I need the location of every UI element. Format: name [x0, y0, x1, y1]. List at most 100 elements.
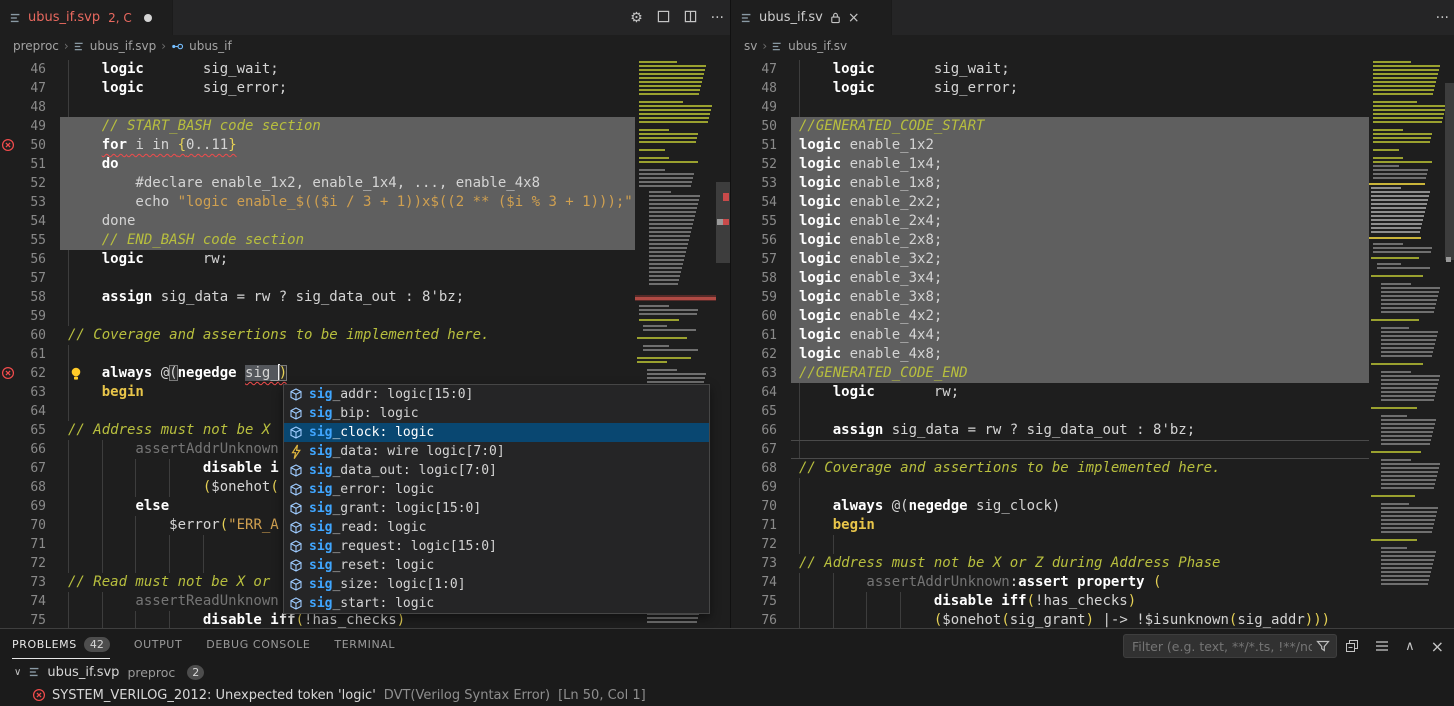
more-actions-icon[interactable]: ··· — [1436, 11, 1449, 25]
code-line[interactable]: 75 disable iff(!has_checks) — [731, 592, 1454, 611]
code-line[interactable]: 76 ($onehot(sig_grant) |-> !$isunknown(s… — [731, 611, 1454, 628]
code-line[interactable]: 68// Coverage and assertions to be imple… — [731, 459, 1454, 478]
suggest-item[interactable]: sig_size: logic[1:0] — [284, 575, 709, 594]
code-line[interactable]: 70 always @(negedge sig_clock) — [731, 497, 1454, 516]
tab-output[interactable]: OUTPUT — [134, 629, 182, 659]
code-line[interactable]: 48 — [0, 98, 730, 117]
line-number: 69 — [0, 497, 46, 516]
code-line[interactable]: 57 — [0, 269, 730, 288]
code-editor-right[interactable]: 47 logic sig_wait;48 logic sig_error;495… — [731, 57, 1454, 628]
code-line[interactable]: 55 // END_BASH code section — [0, 231, 730, 250]
tab-problems[interactable]: PROBLEMS 42 — [12, 629, 110, 659]
chevron-down-icon[interactable]: ∨ — [14, 667, 21, 678]
code-line[interactable]: 67 — [731, 440, 1454, 459]
code-line[interactable]: 52 #declare enable_1x2, enable_1x4, ...,… — [0, 174, 730, 193]
code-line[interactable]: 53logic enable_1x8; — [731, 174, 1454, 193]
line-number: 51 — [0, 155, 46, 174]
code-line[interactable]: 62logic enable_4x8; — [731, 345, 1454, 364]
code-line[interactable]: 47 logic sig_wait; — [731, 60, 1454, 79]
code-line[interactable]: 61 — [0, 345, 730, 364]
code-line[interactable]: 59 — [0, 307, 730, 326]
scrollbar[interactable] — [1445, 57, 1454, 628]
line-number: 64 — [0, 402, 46, 421]
problem-source: DVT(Verilog Syntax Error) — [384, 688, 550, 703]
code-line[interactable]: 51 do — [0, 155, 730, 174]
code-line[interactable]: 61logic enable_4x4; — [731, 326, 1454, 345]
suggest-item[interactable]: sig_start: logic — [284, 594, 709, 613]
code-line[interactable]: 63//GENERATED_CODE_END — [731, 364, 1454, 383]
more-actions-icon[interactable]: ··· — [711, 11, 724, 25]
suggest-item[interactable]: sig_data: wire logic[7:0] — [284, 442, 709, 461]
code-line[interactable]: 73// Address must not be X or Z during A… — [731, 554, 1454, 573]
code-line[interactable]: 54logic enable_2x2; — [731, 193, 1454, 212]
code-line[interactable]: 64 logic rw; — [731, 383, 1454, 402]
dirty-indicator-icon[interactable] — [144, 14, 152, 22]
split-editor-icon[interactable] — [684, 10, 697, 26]
breadcrumb-item-file[interactable]: ubus_if.sv — [788, 39, 847, 53]
tab-ubus_if-svp[interactable]: ubus_if.svp 2, C — [0, 0, 173, 35]
code-line[interactable]: 65 — [731, 402, 1454, 421]
file-icon — [74, 41, 85, 52]
tab-terminal[interactable]: TERMINAL — [334, 629, 395, 659]
code-line[interactable]: 72 — [731, 535, 1454, 554]
code-line[interactable]: 49 // START_BASH code section — [0, 117, 730, 136]
tab-debug-console[interactable]: DEBUG CONSOLE — [206, 629, 310, 659]
code-line[interactable]: 50//GENERATED_CODE_START — [731, 117, 1454, 136]
code-line[interactable]: 66 assign sig_data = rw ? sig_data_out :… — [731, 421, 1454, 440]
gear-icon[interactable]: ⚙ — [630, 11, 643, 25]
code-line[interactable]: 50 for i in {0..11} — [0, 136, 730, 155]
code-line[interactable]: 55logic enable_2x4; — [731, 212, 1454, 231]
suggest-item[interactable]: sig_grant: logic[15:0] — [284, 499, 709, 518]
scrollbar-slider[interactable] — [1445, 83, 1454, 260]
code-line[interactable]: 52logic enable_1x4; — [731, 155, 1454, 174]
code-line[interactable]: 56 logic rw; — [0, 250, 730, 269]
suggest-item[interactable]: sig_request: logic[15:0] — [284, 537, 709, 556]
line-number: 67 — [731, 440, 777, 459]
suggest-item[interactable]: sig_reset: logic — [284, 556, 709, 575]
breadcrumb-item-file[interactable]: ubus_if.svp — [90, 39, 157, 53]
suggest-item[interactable]: sig_read: logic — [284, 518, 709, 537]
code-line[interactable]: 59logic enable_3x8; — [731, 288, 1454, 307]
code-line[interactable]: 60logic enable_4x2; — [731, 307, 1454, 326]
close-icon[interactable]: × — [848, 10, 860, 26]
line-number: 63 — [0, 383, 46, 402]
layout-icon[interactable] — [657, 10, 670, 26]
suggest-item[interactable]: sig_clock: logic — [284, 423, 709, 442]
code-line[interactable]: 51logic enable_1x2 — [731, 136, 1454, 155]
maximize-panel-icon[interactable]: ∧ — [1405, 639, 1415, 654]
problem-row[interactable]: SYSTEM_VERILOG_2012: Unexpected token 'l… — [0, 684, 1454, 706]
minimap[interactable] — [1369, 57, 1445, 628]
code-line[interactable]: 46 logic sig_wait; — [0, 60, 730, 79]
problems-filter[interactable] — [1123, 634, 1337, 658]
code-line[interactable]: 58 assign sig_data = rw ? sig_data_out :… — [0, 288, 730, 307]
suggest-item[interactable]: sig_bip: logic — [284, 404, 709, 423]
code-line[interactable]: 62 always @(negedge sig_) — [0, 364, 730, 383]
line-number: 47 — [0, 79, 46, 98]
code-line[interactable]: 49 — [731, 98, 1454, 117]
close-panel-icon[interactable]: × — [1431, 637, 1444, 656]
suggest-item[interactable]: sig_addr: logic[15:0] — [284, 385, 709, 404]
breadcrumb-item-sv[interactable]: sv — [744, 39, 757, 53]
breadcrumb-item-symbol[interactable]: ubus_if — [189, 39, 232, 53]
code-line[interactable]: 53 echo "logic enable_$(($i / 3 + 1))x$(… — [0, 193, 730, 212]
code-line[interactable]: 58logic enable_3x4; — [731, 269, 1454, 288]
view-as-table-icon[interactable] — [1375, 639, 1389, 653]
code-line[interactable]: 56logic enable_2x8; — [731, 231, 1454, 250]
suggest-item[interactable]: sig_error: logic — [284, 480, 709, 499]
code-line[interactable]: 54 done — [0, 212, 730, 231]
line-number: 59 — [731, 288, 777, 307]
code-line[interactable]: 74 assertAddrUnknown:assert property ( — [731, 573, 1454, 592]
code-line[interactable]: 57logic enable_3x2; — [731, 250, 1454, 269]
code-line[interactable]: 48 logic sig_error; — [731, 79, 1454, 98]
code-line[interactable]: 47 logic sig_error; — [0, 79, 730, 98]
code-line[interactable]: 69 — [731, 478, 1454, 497]
tab-ubus_if-sv[interactable]: ubus_if.sv × — [731, 0, 892, 35]
scrollbar[interactable] — [716, 57, 730, 628]
suggest-item[interactable]: sig_data_out: logic[7:0] — [284, 461, 709, 480]
breadcrumb-item-preproc[interactable]: preproc — [13, 39, 59, 53]
collapse-all-icon[interactable] — [1345, 639, 1359, 653]
code-line[interactable]: 71 begin — [731, 516, 1454, 535]
code-line[interactable]: 60// Coverage and assertions to be imple… — [0, 326, 730, 345]
filter-input[interactable] — [1124, 639, 1316, 654]
problems-file-row[interactable]: ∨ ubus_if.svp preproc 2 — [0, 661, 1454, 683]
